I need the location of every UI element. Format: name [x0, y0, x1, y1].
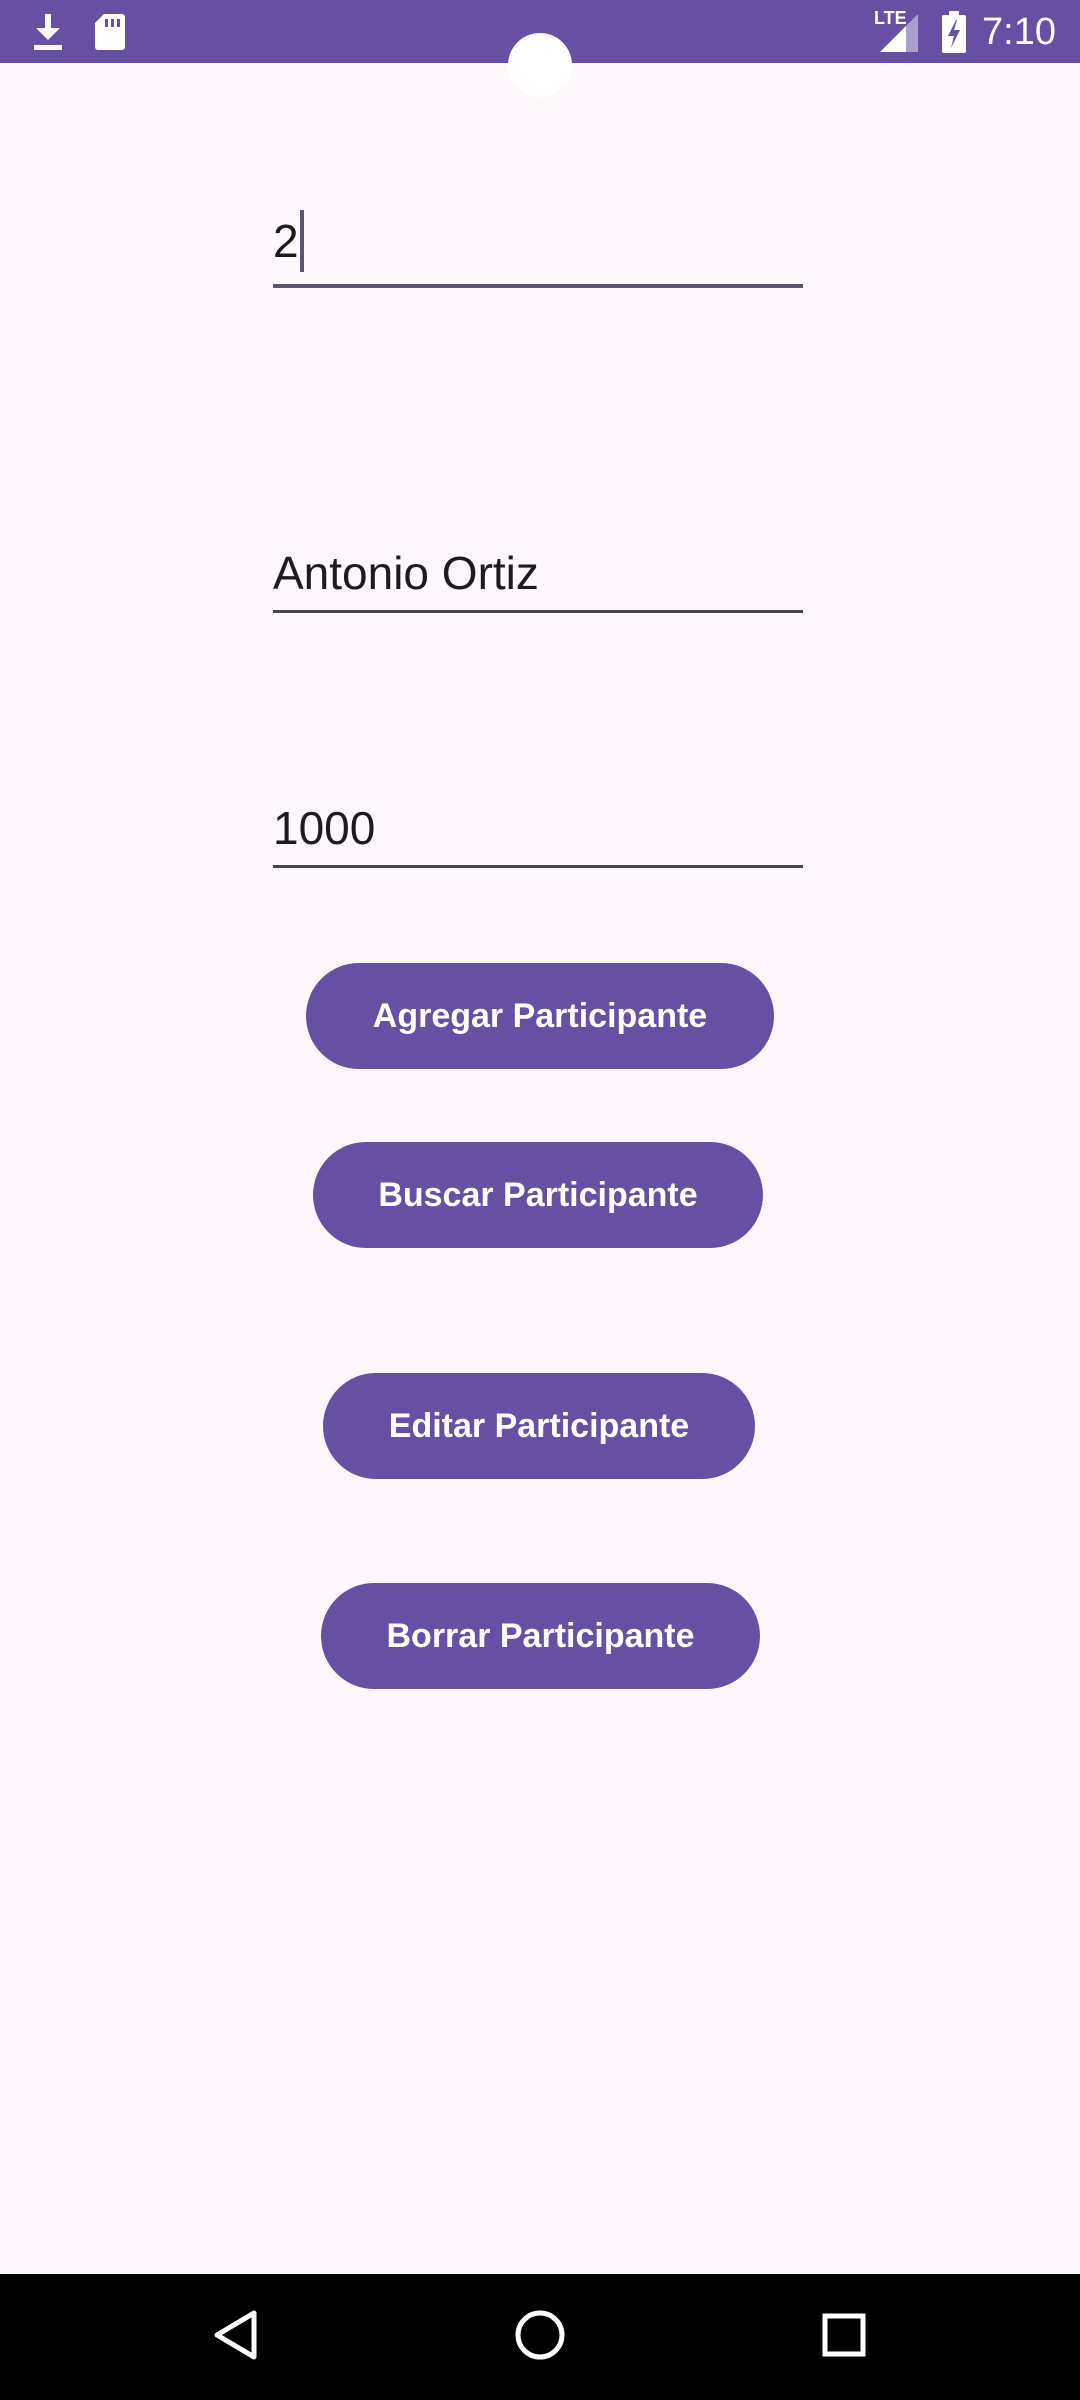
- name-field-underline: [273, 610, 803, 613]
- search-participant-button[interactable]: Buscar Participante: [313, 1142, 763, 1248]
- amount-field-value: 1000: [273, 802, 376, 854]
- amount-field-underline: [273, 865, 803, 868]
- id-field[interactable]: 2: [273, 200, 803, 288]
- download-icon: [30, 12, 66, 52]
- network-type-label: LTE: [874, 8, 907, 28]
- edit-participant-button[interactable]: Editar Participante: [323, 1373, 755, 1479]
- home-button[interactable]: [460, 2274, 620, 2400]
- recents-icon: [821, 2312, 867, 2363]
- battery-charging-icon: [940, 10, 968, 54]
- recents-button[interactable]: [764, 2274, 924, 2400]
- home-icon: [513, 2308, 567, 2367]
- back-icon: [212, 2309, 260, 2366]
- name-field-value: Antonio Ortiz: [273, 547, 539, 599]
- camera-cutout: [508, 33, 572, 97]
- status-time: 7:10: [982, 11, 1056, 53]
- navigation-bar: [0, 2274, 1080, 2400]
- sd-card-icon: [94, 12, 126, 52]
- add-participant-button[interactable]: Agregar Participante: [306, 963, 774, 1069]
- delete-participant-button[interactable]: Borrar Participante: [321, 1583, 760, 1689]
- id-field-underline: [273, 284, 803, 288]
- text-cursor: [299, 210, 304, 272]
- back-button[interactable]: [156, 2274, 316, 2400]
- id-field-value: 2: [273, 215, 299, 268]
- amount-field[interactable]: 1000: [273, 785, 803, 868]
- name-field[interactable]: Antonio Ortiz: [273, 530, 803, 613]
